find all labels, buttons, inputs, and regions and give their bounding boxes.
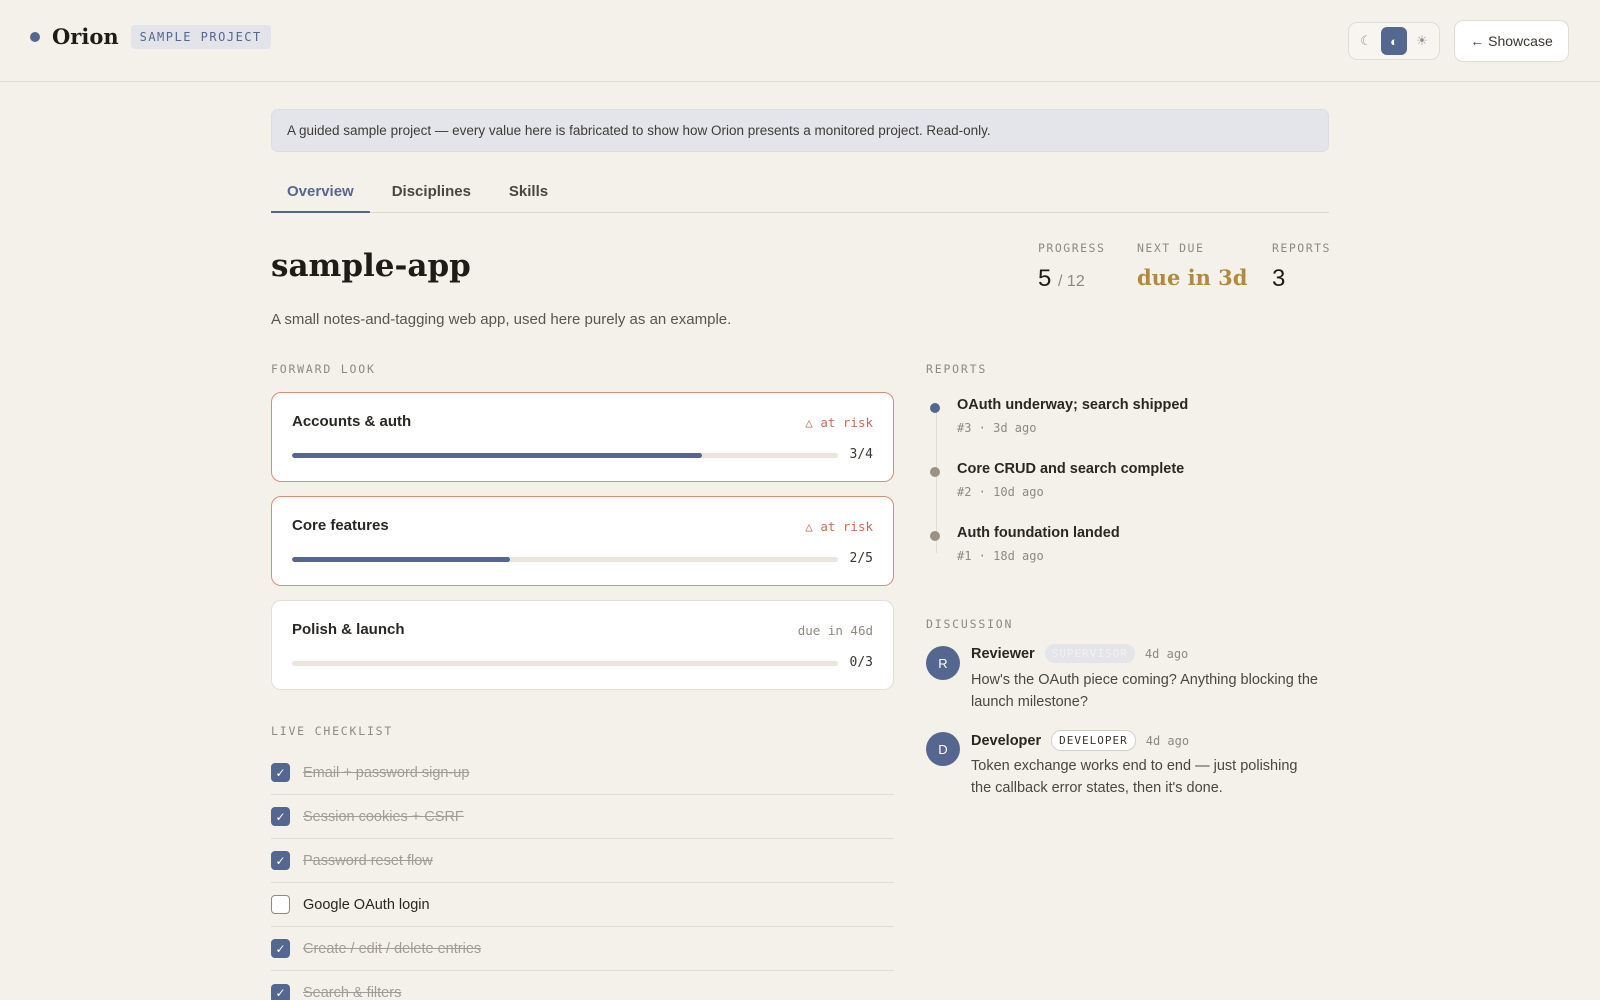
milestone-progress-fill bbox=[292, 453, 702, 458]
comment-author: Developer bbox=[971, 732, 1042, 749]
live-checklist-heading: LIVE CHECKLIST bbox=[271, 724, 394, 738]
stat-next-due-label: NEXT DUE bbox=[1137, 241, 1205, 255]
report-meta: #3 · 3d ago bbox=[957, 421, 1037, 435]
milestone-status: due in 46d bbox=[797, 623, 873, 638]
brand-name: Orion bbox=[52, 24, 119, 49]
checkbox-checked-icon[interactable]: ✓ bbox=[271, 807, 290, 826]
checklist-item-label: Password reset flow bbox=[303, 852, 433, 869]
tab-overview[interactable]: Overview bbox=[271, 175, 370, 213]
checklist-item-label: Create / edit / delete entries bbox=[303, 940, 482, 957]
role-badge: SUPERVISOR bbox=[1044, 644, 1135, 663]
milestone-name: Core features bbox=[292, 517, 389, 534]
milestone-count: 2/5 bbox=[849, 551, 873, 566]
brand-dot-icon bbox=[30, 31, 40, 42]
stat-progress-total: / 12 bbox=[1058, 273, 1085, 290]
checklist-item[interactable]: ✓ Search & filters bbox=[271, 971, 894, 1000]
auto-theme-icon[interactable]: ◐ bbox=[1381, 27, 1407, 55]
report-dot-icon bbox=[930, 403, 940, 413]
milestone-count: 0/3 bbox=[849, 655, 873, 670]
checkbox-checked-icon[interactable]: ✓ bbox=[271, 851, 290, 870]
report-dot-icon bbox=[930, 467, 940, 477]
tab-bar: Overview Disciplines Skills bbox=[271, 175, 1329, 213]
top-bar: Orion SAMPLE PROJECT ☾ ◐ ☀ ← Showcase bbox=[0, 0, 1600, 82]
stat-next-due: NEXT DUE due in 3d bbox=[1137, 241, 1247, 290]
avatar: D bbox=[926, 732, 960, 766]
role-badge: DEVELOPER bbox=[1051, 730, 1136, 751]
milestone-name: Polish & launch bbox=[292, 621, 405, 638]
stat-progress-label: PROGRESS bbox=[1038, 241, 1106, 255]
checklist-item[interactable]: ✓ Email + password sign-up bbox=[271, 751, 894, 795]
milestone-name: Accounts & auth bbox=[292, 413, 412, 430]
stat-reports: REPORTS 3 bbox=[1272, 241, 1331, 293]
stat-progress-value: 5 bbox=[1038, 265, 1052, 292]
report-title: OAuth underway; search shipped bbox=[957, 397, 1189, 413]
checkbox-checked-icon[interactable]: ✓ bbox=[271, 763, 290, 782]
checklist-item[interactable]: ✓ Password reset flow bbox=[271, 839, 894, 883]
comment-author: Reviewer bbox=[971, 645, 1035, 662]
sample-project-badge: SAMPLE PROJECT bbox=[130, 24, 271, 49]
stat-next-due-value: due in 3d bbox=[1137, 265, 1248, 290]
theme-switcher: ☾ ◐ ☀ bbox=[1348, 22, 1440, 60]
milestone-card[interactable]: Core features △ at risk 2/5 bbox=[271, 496, 894, 586]
avatar: R bbox=[926, 646, 960, 680]
milestone-progress-track bbox=[292, 661, 838, 666]
project-description: A small notes-and-tagging web app, used … bbox=[271, 311, 732, 328]
report-title: Auth foundation landed bbox=[957, 525, 1120, 541]
checklist-item-label: Search & filters bbox=[303, 985, 402, 1000]
sun-icon[interactable]: ☀ bbox=[1409, 27, 1435, 55]
showcase-button[interactable]: ← Showcase bbox=[1454, 20, 1569, 62]
project-title: sample-app bbox=[271, 248, 471, 284]
checkbox-checked-icon[interactable]: ✓ bbox=[271, 939, 290, 958]
stat-reports-value: 3 bbox=[1272, 265, 1286, 292]
milestone-card[interactable]: Accounts & auth △ at risk 3/4 bbox=[271, 392, 894, 482]
milestone-count: 3/4 bbox=[849, 447, 873, 462]
stat-progress: PROGRESS 5 / 12 bbox=[1038, 241, 1105, 293]
tab-skills[interactable]: Skills bbox=[493, 175, 564, 213]
checklist-item[interactable]: ✓ Create / edit / delete entries bbox=[271, 927, 894, 971]
milestone-card[interactable]: Polish & launch due in 46d 0/3 bbox=[271, 600, 894, 690]
report-title: Core CRUD and search complete bbox=[957, 461, 1185, 477]
milestone-progress-fill bbox=[292, 557, 511, 562]
checklist-item-label: Session cookies + CSRF bbox=[303, 808, 464, 825]
comment-body: How's the OAuth piece coming? Anything b… bbox=[971, 672, 1318, 710]
checklist-item[interactable]: ✓ Session cookies + CSRF bbox=[271, 795, 894, 839]
milestone-status: △ at risk bbox=[805, 519, 873, 534]
report-meta: #2 · 10d ago bbox=[957, 485, 1044, 499]
report-meta: #1 · 18d ago bbox=[957, 549, 1044, 563]
milestone-progress-track bbox=[292, 453, 838, 458]
checklist-item[interactable]: Google OAuth login bbox=[271, 883, 894, 927]
checklist-item-label: Google OAuth login bbox=[303, 896, 430, 913]
tab-disciplines[interactable]: Disciplines bbox=[376, 175, 487, 213]
reports-heading: REPORTS bbox=[926, 362, 988, 376]
brand[interactable]: Orion SAMPLE PROJECT bbox=[30, 24, 271, 49]
moon-icon[interactable]: ☾ bbox=[1353, 27, 1379, 55]
milestone-status: △ at risk bbox=[805, 415, 873, 430]
sample-notice: A guided sample project — every value he… bbox=[271, 109, 1329, 152]
forward-look-heading: FORWARD LOOK bbox=[271, 362, 376, 376]
checklist-item-label: Email + password sign-up bbox=[303, 764, 470, 781]
milestone-progress-track bbox=[292, 557, 838, 562]
stat-reports-label: REPORTS bbox=[1272, 241, 1331, 255]
checkbox-checked-icon[interactable]: ✓ bbox=[271, 983, 290, 1000]
checkbox-icon[interactable] bbox=[271, 895, 290, 914]
comment-time: 4d ago bbox=[1144, 646, 1189, 661]
comment-body: Token exchange works end to end — just p… bbox=[971, 758, 1298, 796]
comment-time: 4d ago bbox=[1145, 733, 1190, 748]
discussion-heading: DISCUSSION bbox=[926, 617, 1014, 631]
report-dot-icon bbox=[930, 531, 940, 541]
